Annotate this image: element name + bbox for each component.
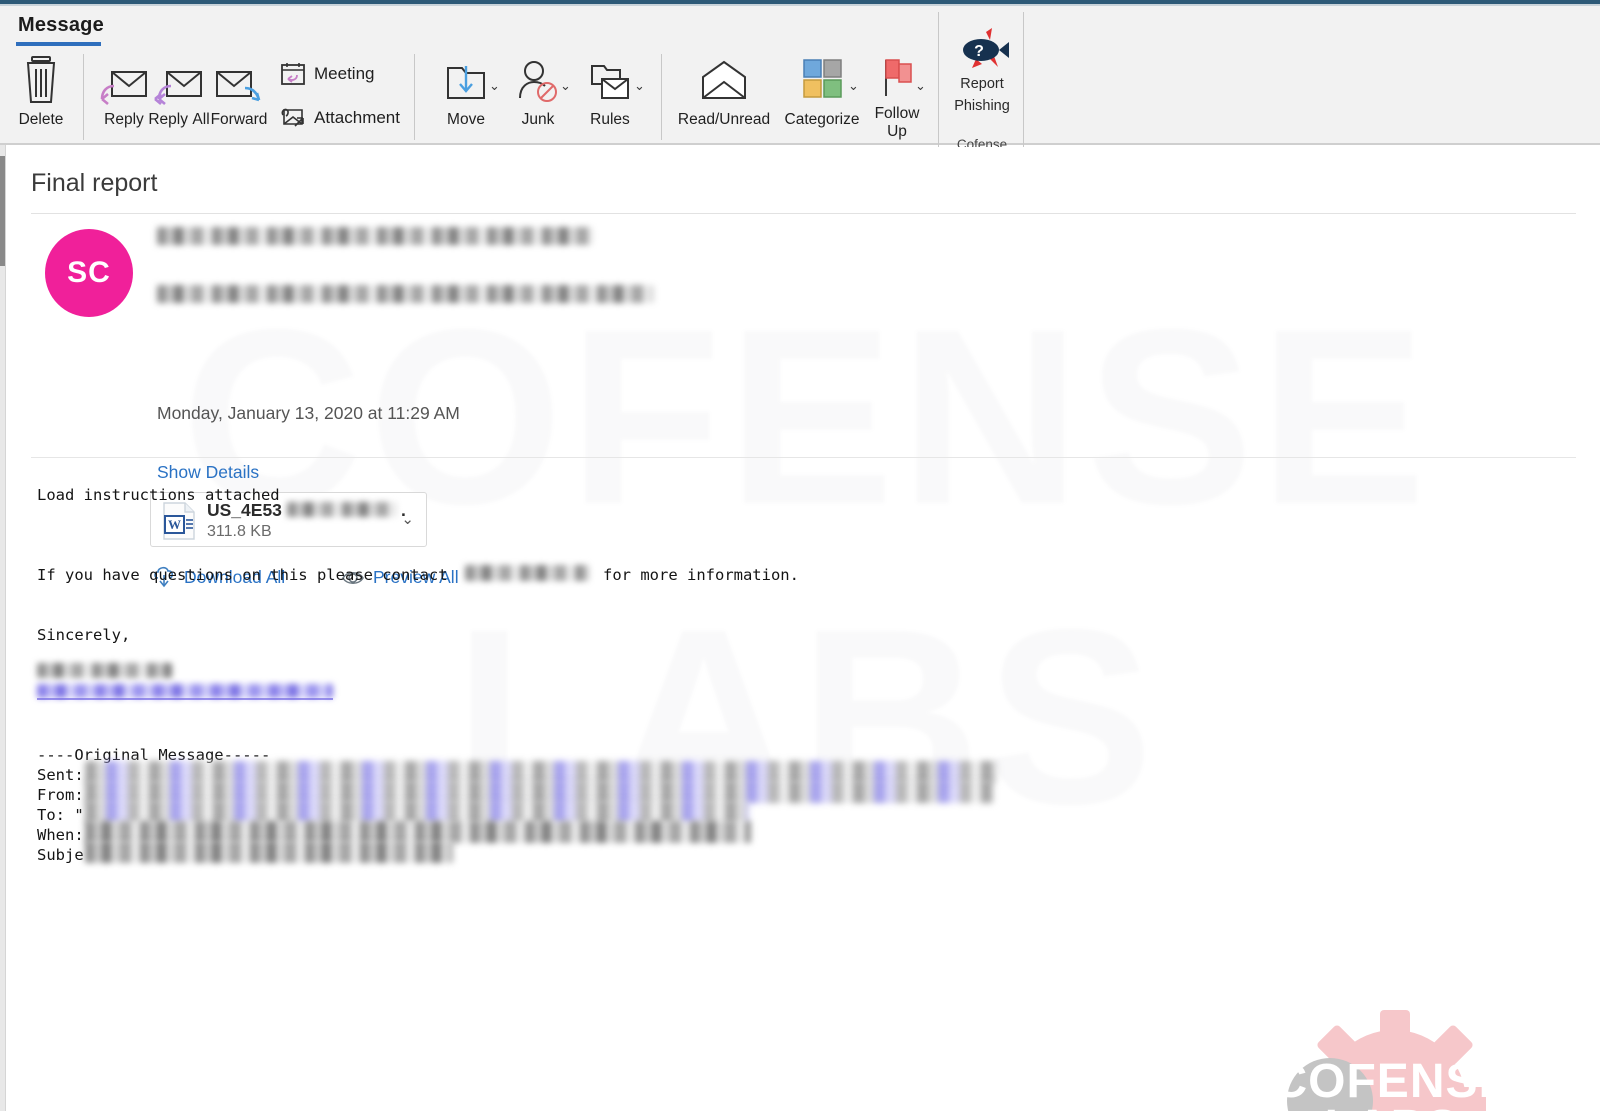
sender-name-redacted: [157, 227, 593, 245]
quoted-label-when: When:: [37, 826, 84, 844]
move-chevron-down-icon[interactable]: ⌄: [489, 78, 500, 94]
reply-label: Reply: [104, 111, 144, 128]
watermark-line-2: LABS: [1242, 1100, 1542, 1111]
reply-all-label: Reply: [148, 111, 188, 128]
signature-email-underline: [37, 698, 333, 700]
ribbon-toolbar: Message Delete Reply Reply All Forward M…: [0, 6, 1600, 152]
quoted-subject-redacted: [85, 841, 453, 863]
delete-label: Delete: [18, 111, 64, 128]
quoted-to-redacted: [85, 801, 748, 823]
report-phishing-label-line1: Report: [960, 76, 1004, 92]
contact-name-redacted: [465, 565, 589, 581]
header-divider: [31, 213, 1576, 214]
reply-envelope-icon: [93, 54, 155, 111]
rules-label: Rules: [590, 111, 630, 128]
page-title: Final report: [31, 169, 158, 197]
quoted-label-sent: Sent:: [37, 766, 84, 784]
word-document-icon: W: [161, 501, 199, 546]
junk-label: Junk: [521, 111, 555, 128]
left-rail-ticks: [0, 156, 5, 266]
paperclip-send-icon: [280, 106, 306, 135]
avatar: SC: [45, 229, 133, 317]
reply-all-envelope-icon: [148, 54, 210, 111]
body-line-1: Load instructions attached: [37, 486, 280, 504]
quoted-label-from: From:: [37, 786, 84, 804]
reading-pane: COFENSE LABS Final report SC Monday, Jan…: [7, 147, 1600, 1111]
attachment-button[interactable]: Attachment: [280, 106, 400, 135]
junk-chevron-down-icon[interactable]: ⌄: [560, 78, 571, 94]
svg-text:?: ?: [974, 43, 984, 60]
body-line-3: Sincerely,: [37, 626, 131, 644]
categorize-chevron-down-icon[interactable]: ⌄: [848, 78, 859, 94]
left-edge-rail: [0, 6, 6, 1111]
outlook-message-window: Message Delete Reply Reply All Forward M…: [0, 0, 1600, 1111]
move-label: Move: [447, 111, 485, 128]
quoted-label-subject: Subje: [37, 846, 84, 864]
attachment-label: Attachment: [314, 108, 400, 127]
tab-message-underline: [16, 42, 101, 46]
read-unread-label: Read/Unread: [677, 111, 771, 128]
gear-logo-icon: [1287, 1010, 1486, 1111]
signature-name-redacted: [37, 663, 172, 678]
forward-envelope-icon: [206, 54, 272, 111]
signature-email-redacted[interactable]: [37, 684, 333, 698]
report-phishing-button[interactable]: ?: [956, 26, 1010, 81]
trash-icon: [8, 54, 74, 111]
quoted-when-redacted: [85, 821, 751, 843]
tab-message[interactable]: Message: [18, 14, 104, 37]
cofense-group: ? Report Phishing Cofense: [938, 12, 1024, 152]
watermark-line-1: COFENSE: [1272, 1055, 1512, 1108]
svg-text:W: W: [168, 517, 181, 532]
attachment-chevron-down-icon[interactable]: ⌄: [401, 510, 414, 528]
quoted-from-redacted: [85, 781, 993, 803]
categorize-label: Categorize: [784, 111, 860, 128]
body-line-2-before: If you have questions on this please con…: [37, 566, 448, 584]
meeting-button[interactable]: Meeting: [280, 62, 374, 91]
group-separator: [661, 54, 662, 140]
follow-up-chevron-down-icon[interactable]: ⌄: [915, 78, 926, 94]
open-envelope-icon: [672, 54, 776, 111]
quoted-label-to: To: ": [37, 806, 84, 824]
follow-up-label-2: Up: [887, 123, 907, 140]
attachment-name-redacted: [287, 502, 397, 517]
reply-all-button[interactable]: Reply All: [148, 54, 210, 129]
quoted-sent-redacted: [85, 761, 997, 783]
rules-chevron-down-icon[interactable]: ⌄: [634, 78, 645, 94]
cofense-labs-watermark: COFENSE LABS: [1242, 1002, 1542, 1111]
recipients-redacted: [157, 285, 653, 303]
forward-label: Forward: [210, 111, 268, 128]
calendar-reply-icon: [280, 62, 306, 91]
body-line-2-after: for more information.: [603, 566, 799, 584]
read-unread-button[interactable]: Read/Unread: [672, 54, 776, 129]
body-divider: [31, 457, 1576, 458]
attachment-size: 311.8 KB: [207, 523, 272, 540]
meeting-label: Meeting: [314, 64, 375, 83]
follow-up-label: Follow: [874, 105, 920, 122]
show-details-link[interactable]: Show Details: [157, 462, 259, 483]
forward-button[interactable]: Forward: [206, 54, 272, 129]
report-phishing-label-line2: Phishing: [954, 98, 1010, 114]
reply-button[interactable]: Reply: [93, 54, 155, 129]
sent-date: Monday, January 13, 2020 at 11:29 AM: [157, 403, 460, 423]
delete-button[interactable]: Delete: [8, 54, 74, 129]
follow-up-button[interactable]: Follow Up: [866, 54, 928, 141]
group-separator: [83, 54, 84, 140]
group-separator: [414, 54, 415, 140]
avatar-initials: SC: [67, 256, 111, 289]
